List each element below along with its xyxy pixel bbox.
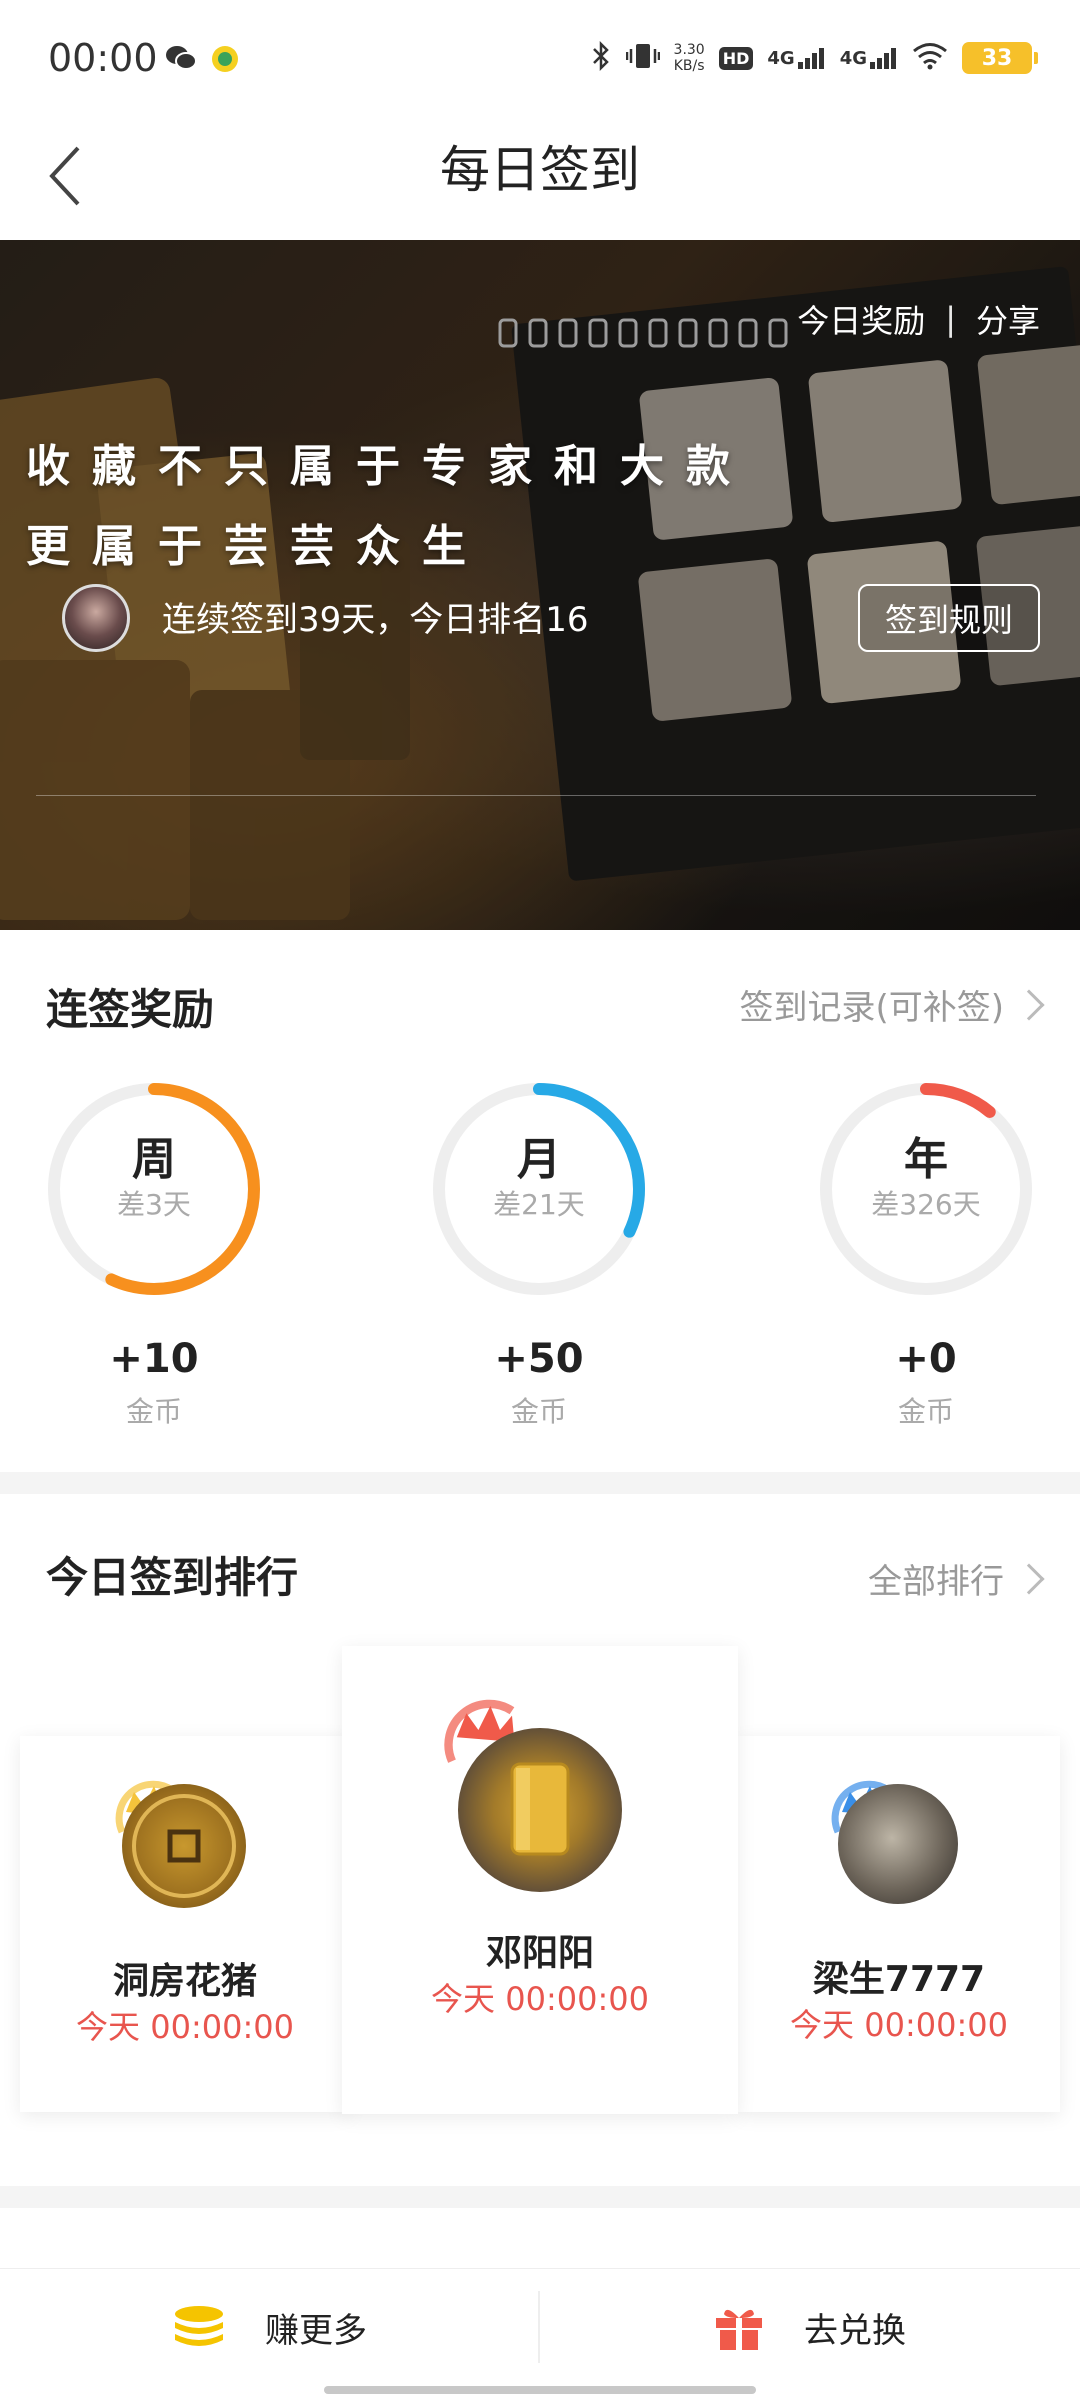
reward-unit: 金币 <box>510 1395 567 1428</box>
today-reward-link[interactable]: 今日奖励 <box>797 296 925 342</box>
ring-period-label: 月 <box>517 1134 561 1185</box>
banner-slogan-line-1: 收藏不只属于专家和大款 <box>26 441 752 492</box>
ranking-card-third[interactable]: 梁生7777 今天 00:00:00 <box>738 1736 1060 2112</box>
chevron-right-icon <box>1013 1562 1045 1595</box>
status-right: 3.30 KB/s HD 4G 4G 33 <box>590 38 1038 78</box>
signal-bars-icon <box>870 48 896 69</box>
ranking-time-third: 今天 00:00:00 <box>790 2006 1008 2044</box>
reward-ring-1: 月差21天 <box>425 1075 653 1303</box>
back-button[interactable] <box>24 136 104 216</box>
network-type-1: 4G <box>767 48 795 69</box>
chevron-right-icon <box>1013 988 1045 1021</box>
banner-divider <box>36 795 1036 796</box>
ring-remaining-label: 差3天 <box>117 1188 191 1221</box>
coins-stack-icon <box>175 2306 223 2346</box>
ring-period-label: 年 <box>904 1134 948 1185</box>
bluetooth-icon <box>590 40 612 76</box>
gift-icon <box>716 2309 762 2350</box>
banner: 今日奖励 | 分享 收藏不只属于专家和大款 更属于芸芸众生 连续签到39天，今日… <box>0 240 1080 930</box>
ranking-avatar-second <box>122 1784 246 1908</box>
reward-amount: +10 <box>109 1336 199 1382</box>
reward-amount: +50 <box>494 1336 584 1382</box>
network-type-2: 4G <box>839 48 867 69</box>
checkin-record-link[interactable]: 签到记录(可补签) <box>739 980 1045 1029</box>
lighter-image <box>510 1762 570 1856</box>
ranking-avatar-third <box>838 1784 958 1904</box>
reward-unit: 金币 <box>897 1395 954 1428</box>
signal-2: 4G <box>840 47 898 69</box>
section-separator <box>0 1472 1080 1494</box>
ranking-name-third: 梁生7777 <box>812 1959 986 2000</box>
checkin-record-label: 签到记录(可补签) <box>739 988 1004 1028</box>
signal-bars-icon <box>797 48 824 69</box>
page-title: 每日签到 <box>440 141 640 199</box>
status-time: 00:00 <box>48 36 158 80</box>
ranking-name-first: 邓阳阳 <box>485 1933 594 1974</box>
hd-badge: HD <box>718 46 754 70</box>
banner-links: 今日奖励 | 分享 <box>797 296 1040 342</box>
reward-ring-2: 年差326天 <box>812 1075 1040 1303</box>
ranking-title: 今日签到排行 <box>46 1553 299 1602</box>
ranking-card-second[interactable]: 洞房花猪 今天 00:00:00 <box>20 1736 350 2112</box>
share-link[interactable]: 分享 <box>976 296 1040 342</box>
home-indicator[interactable] <box>324 2386 756 2394</box>
checkin-rules-button[interactable]: 签到规则 <box>858 584 1040 652</box>
all-ranking-link[interactable]: 全部排行 <box>868 1554 1045 1603</box>
chevron-left-icon <box>49 146 80 206</box>
ranking-avatar-first <box>458 1728 622 1892</box>
ranking-name-second: 洞房花猪 <box>112 1961 257 2002</box>
app-notification-icon <box>210 44 240 74</box>
bottom-action-bar: 赚更多 去兑换 <box>0 2268 1080 2400</box>
ranking-time-first: 今天 00:00:00 <box>431 1980 649 2018</box>
streak-summary: 连续签到39天，今日排名16 <box>162 600 589 640</box>
speed-value: 3.30 <box>673 42 705 58</box>
ranking-time-second: 今天 00:00:00 <box>76 2008 294 2046</box>
banner-slogan-line-2: 更属于芸芸众生 <box>26 521 488 572</box>
section-separator <box>0 2186 1080 2208</box>
ring-remaining-label: 差21天 <box>493 1188 585 1221</box>
user-avatar[interactable] <box>62 584 130 652</box>
ranking-card-first[interactable]: 邓阳阳 今天 00:00:00 <box>342 1646 738 2114</box>
network-speed: 3.30 KB/s <box>674 42 705 74</box>
speed-unit: KB/s <box>673 58 705 74</box>
earn-more-label: 赚更多 <box>265 2310 367 2351</box>
battery-indicator: 33 <box>962 42 1038 74</box>
link-divider: | <box>945 300 956 338</box>
signal-1: 4G <box>767 47 825 69</box>
all-ranking-label: 全部排行 <box>868 1562 1004 1602</box>
status-bar: 00:00 3.30 KB/s HD 4G 4G 33 <box>0 0 1080 120</box>
vibrate-icon <box>625 41 660 75</box>
coin-image <box>132 1794 236 1898</box>
ring-remaining-label: 差326天 <box>871 1188 981 1221</box>
wifi-icon <box>912 42 948 74</box>
earn-more-button[interactable]: 赚更多 <box>0 2269 540 2385</box>
navigation-bar: 每日签到 <box>0 120 1080 240</box>
exchange-button[interactable]: 去兑换 <box>540 2269 1080 2385</box>
exchange-label: 去兑换 <box>804 2310 906 2351</box>
wechat-icon <box>165 44 197 74</box>
reward-amount: +0 <box>895 1336 957 1382</box>
reward-ring-0: 周差3天 <box>40 1075 268 1303</box>
reward-unit: 金币 <box>125 1395 182 1428</box>
ring-period-label: 周 <box>132 1134 176 1185</box>
streak-rewards-title: 连签奖励 <box>46 985 215 1034</box>
